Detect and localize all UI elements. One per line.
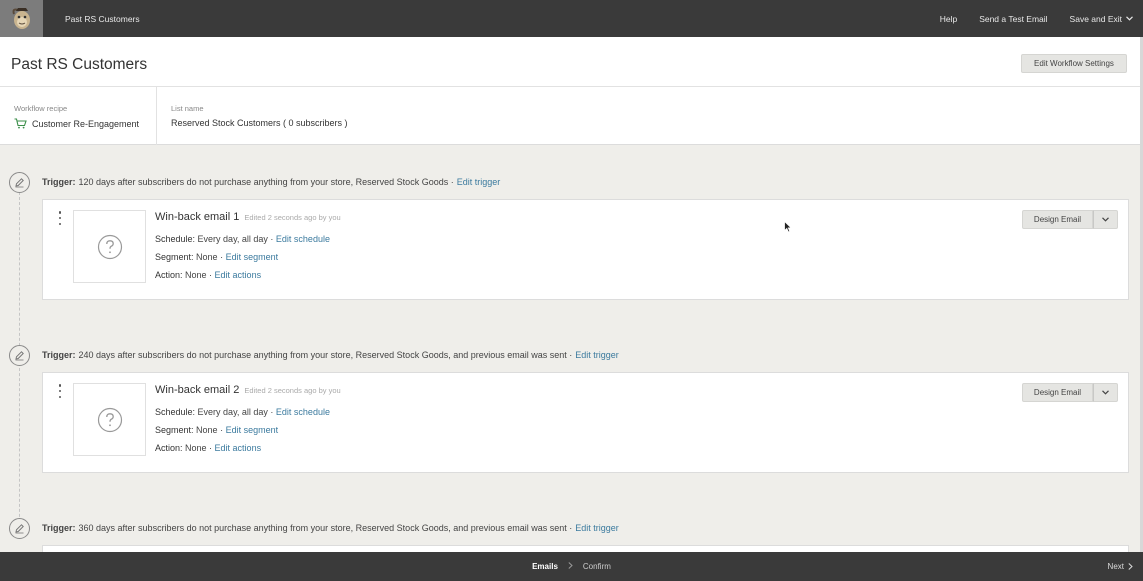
workflow-recipe-label: Workflow recipe [14,104,68,113]
segment-value: None · [196,252,226,262]
chevron-right-icon [568,562,573,571]
edit-actions-link[interactable]: Edit actions [215,443,262,453]
edit-segment-link[interactable]: Edit segment [226,252,279,262]
edit-trigger-link[interactable]: Edit trigger [575,523,619,533]
next-button[interactable]: Next [1108,552,1133,581]
segment-label: Segment: [155,425,194,435]
email-name: Win-back email 2 Edited 2 seconds ago by … [155,384,341,396]
email-card: Win-back email 1 Edited 2 seconds ago by … [42,199,1129,300]
pencil-icon [9,171,30,193]
workflow-recipe-text: Customer Re-Engagement [32,118,140,129]
edit-trigger-link[interactable]: Edit trigger [457,177,501,187]
email-thumbnail[interactable] [73,383,146,456]
edit-segment-link[interactable]: Edit segment [226,425,279,435]
kebab-icon[interactable] [56,383,64,399]
trigger-text: 120 days after subscribers do not purcha… [78,177,454,187]
topbar-campaign-title: Past RS Customers [65,13,140,24]
action-value: None · [185,443,215,453]
trigger-label: Trigger: [42,523,76,533]
email-name: Win-back email 1 Edited 2 seconds ago by … [155,211,341,223]
schedule-value: Every day, all day · [197,407,276,417]
design-email-button[interactable]: Design Email [1022,383,1093,402]
chevron-right-icon [1128,563,1133,570]
design-email-dropdown[interactable] [1093,383,1118,402]
top-bar: Past RS Customers Help Send a Test Email… [0,0,1143,37]
trigger-text: 240 days after subscribers do not purcha… [78,350,573,360]
workflow-recipe-value: Customer Re-Engagement [14,118,139,129]
email-name-text: Win-back email 2 [155,384,240,396]
question-icon [97,234,122,259]
edit-actions-link[interactable]: Edit actions [215,270,262,280]
step-confirm[interactable]: Confirm [583,562,611,571]
page-header: Past RS Customers Edit Workflow Settings [0,37,1140,87]
trigger-label: Trigger: [42,350,76,360]
list-name-label: List name [171,104,204,113]
page-title: Past RS Customers [11,56,148,73]
next-label: Next [1107,562,1124,571]
send-test-email-link[interactable]: Send a Test Email [979,14,1047,24]
chevron-down-icon [1126,16,1133,21]
schedule-label: Schedule: [155,407,196,417]
save-and-exit-label: Save and Exit [1069,13,1122,24]
kebab-icon[interactable] [56,210,64,226]
mouse-cursor-icon [784,221,792,233]
bottom-bar: Emails Confirm Next [0,552,1143,581]
trigger-row: Trigger: 120 days after subscribers do n… [9,171,500,193]
segment-value: None · [196,425,226,435]
workflow-info: Workflow recipe Customer Re-Engagement L… [0,87,1140,145]
action-label: Action: [155,270,183,280]
email-edited-time: Edited 2 seconds ago by you [244,386,341,395]
segment-row: Segment: None · Edit segment [155,252,278,262]
schedule-label: Schedule: [155,234,196,244]
workflow-recipe: Workflow recipe Customer Re-Engagement [0,87,157,145]
step-emails[interactable]: Emails [532,562,558,571]
action-value: None · [185,270,215,280]
list-name-value: Reserved Stock Customers ( 0 subscribers… [171,118,348,128]
chevron-down-icon [1102,217,1109,222]
email-card: Win-back email 2 Edited 2 seconds ago by … [42,372,1129,473]
mailchimp-logo-icon[interactable] [0,0,43,37]
schedule-row: Schedule: Every day, all day · Edit sche… [155,407,330,417]
email-edited-time: Edited 2 seconds ago by you [244,213,341,222]
action-row: Action: None · Edit actions [155,270,261,280]
help-link[interactable]: Help [940,14,957,24]
trigger-row: Trigger: 360 days after subscribers do n… [9,517,619,539]
progress-steps: Emails Confirm [0,552,1143,581]
email-name-text: Win-back email 1 [155,211,240,223]
segment-label: Segment: [155,252,194,262]
chevron-down-icon [1102,390,1109,395]
design-email-dropdown[interactable] [1093,210,1118,229]
action-label: Action: [155,443,183,453]
trigger-label: Trigger: [42,177,76,187]
action-row: Action: None · Edit actions [155,443,261,453]
save-and-exit-menu[interactable]: Save and Exit [1070,14,1133,24]
list-info: List name Reserved Stock Customers ( 0 s… [157,87,457,145]
edit-workflow-settings-button[interactable]: Edit Workflow Settings [1021,54,1127,73]
email-thumbnail[interactable] [73,210,146,283]
pencil-icon [9,517,30,539]
segment-row: Segment: None · Edit segment [155,425,278,435]
edit-trigger-link[interactable]: Edit trigger [575,350,619,360]
trigger-text: 360 days after subscribers do not purcha… [78,523,573,533]
design-email-button[interactable]: Design Email [1022,210,1093,229]
edit-schedule-link[interactable]: Edit schedule [276,407,330,417]
cart-icon [14,118,27,129]
schedule-row: Schedule: Every day, all day · Edit sche… [155,234,330,244]
trigger-row: Trigger: 240 days after subscribers do n… [9,344,619,366]
edit-schedule-link[interactable]: Edit schedule [276,234,330,244]
question-icon [97,407,122,432]
pencil-icon [9,344,30,366]
schedule-value: Every day, all day · [197,234,276,244]
